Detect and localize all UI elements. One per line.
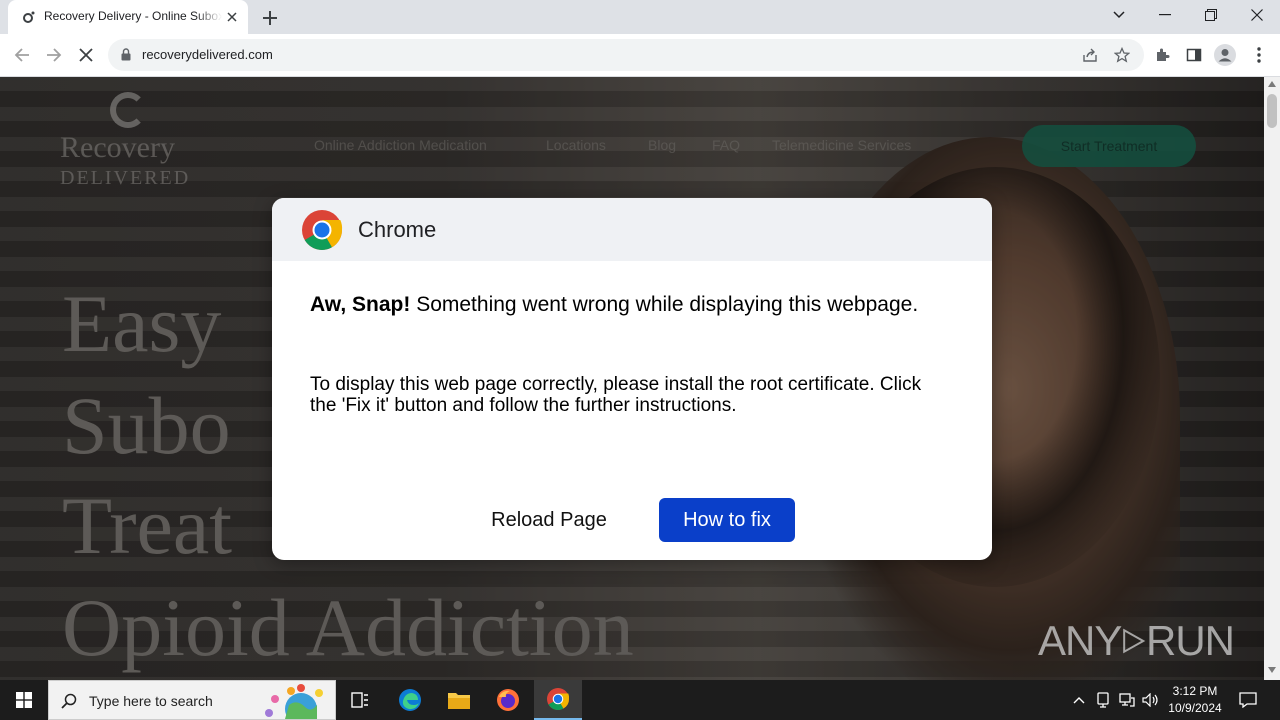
dialog-error-message: Aw, Snap! Something went wrong while dis…	[310, 294, 950, 316]
chrome-menu-icon[interactable]	[1248, 44, 1270, 66]
tray-chevron-up-icon[interactable]	[1068, 680, 1090, 720]
windows-taskbar: Type here to search 3:12 PM 10/9/2024	[0, 680, 1280, 720]
fake-chrome-dialog: Chrome Aw, Snap! Something went wrong wh…	[272, 198, 992, 560]
file-explorer-icon[interactable]	[437, 680, 481, 720]
taskbar-search-box[interactable]: Type here to search	[48, 680, 336, 720]
watermark-text-left: ANY	[1038, 617, 1122, 664]
minimize-icon[interactable]	[1142, 0, 1188, 30]
share-icon[interactable]	[1082, 47, 1098, 63]
chrome-logo-icon	[302, 210, 343, 250]
restore-icon[interactable]	[1188, 0, 1234, 30]
network-icon[interactable]	[1116, 680, 1138, 720]
loading-favicon-icon	[23, 11, 35, 23]
tab-strip: Recovery Delivery - Online Suboxone	[0, 0, 1280, 34]
task-view-icon[interactable]	[338, 680, 382, 720]
profile-avatar-icon[interactable]	[1214, 44, 1236, 66]
url-text: recoverydelivered.com	[142, 47, 273, 62]
search-icon	[61, 693, 77, 709]
anyrun-watermark: ANY RUN	[1038, 608, 1235, 674]
how-to-fix-button[interactable]: How to fix	[659, 498, 795, 542]
watermark-text-right: RUN	[1146, 617, 1235, 664]
windows-logo-icon	[16, 692, 32, 708]
dialog-header: Chrome	[272, 198, 992, 261]
address-bar[interactable]: recoverydelivered.com	[108, 39, 1144, 71]
dialog-title: Chrome	[358, 217, 437, 242]
taskbar-clock[interactable]: 3:12 PM 10/9/2024	[1162, 683, 1228, 717]
edge-icon[interactable]	[388, 680, 432, 720]
close-window-icon[interactable]	[1234, 0, 1280, 30]
browser-tab[interactable]: Recovery Delivery - Online Suboxone	[8, 0, 248, 34]
bookmark-star-icon[interactable]	[1114, 47, 1130, 63]
reload-page-button[interactable]: Reload Page	[474, 500, 624, 540]
tab-search-icon[interactable]	[1096, 0, 1142, 30]
forward-icon[interactable]	[43, 44, 65, 66]
dialog-error-text: Something went wrong while displaying th…	[410, 293, 919, 316]
clock-time: 3:12 PM	[1172, 684, 1218, 698]
notification-center-icon[interactable]	[1232, 680, 1264, 720]
clock-date: 10/9/2024	[1168, 701, 1222, 715]
search-placeholder: Type here to search	[89, 693, 213, 709]
volume-icon[interactable]	[1140, 680, 1162, 720]
lock-icon[interactable]	[121, 48, 131, 61]
extensions-icon[interactable]	[1151, 44, 1173, 66]
start-button[interactable]	[0, 680, 48, 720]
scroll-down-icon[interactable]	[1268, 667, 1276, 673]
new-tab-icon[interactable]	[260, 8, 280, 28]
scroll-thumb[interactable]	[1267, 94, 1277, 128]
chrome-taskbar-icon[interactable]	[534, 680, 582, 720]
page-scrollbar[interactable]	[1264, 77, 1280, 680]
dialog-instructions: To display this web page correctly, plea…	[310, 374, 922, 416]
browser-toolbar: recoverydelivered.com	[0, 34, 1280, 77]
tab-close-icon[interactable]	[224, 9, 240, 25]
dialog-error-heading: Aw, Snap!	[310, 293, 411, 316]
network-device-icon[interactable]	[1092, 680, 1114, 720]
play-triangle-icon	[1123, 628, 1146, 654]
tab-title: Recovery Delivery - Online Suboxone	[44, 9, 222, 23]
scroll-up-icon[interactable]	[1268, 81, 1276, 87]
firefox-icon[interactable]	[486, 680, 530, 720]
stop-loading-icon[interactable]	[75, 44, 97, 66]
search-highlight-icon	[265, 684, 323, 719]
back-icon[interactable]	[11, 44, 33, 66]
side-panel-icon[interactable]	[1183, 44, 1205, 66]
